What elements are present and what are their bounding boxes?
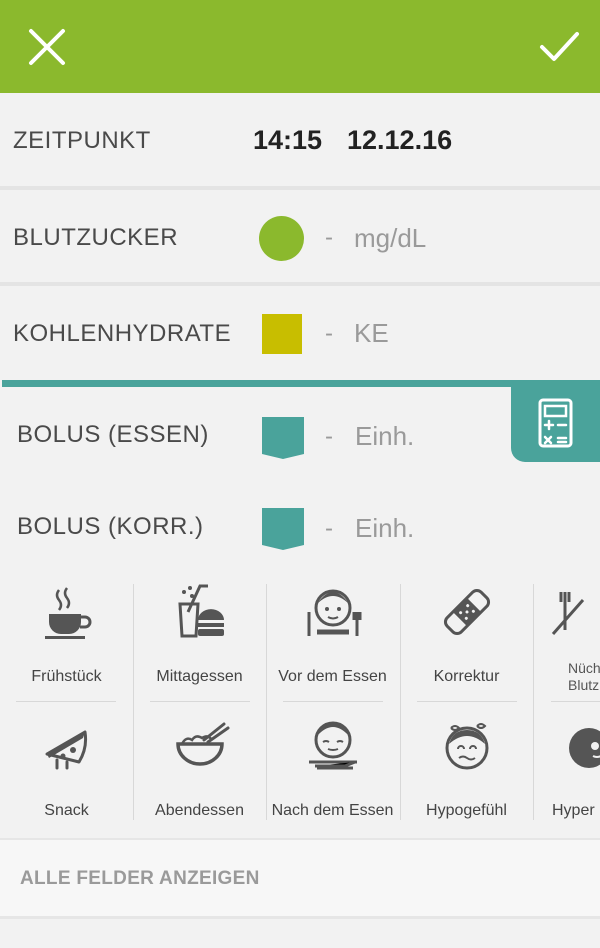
- tag-dinner[interactable]: Abendessen: [133, 702, 266, 836]
- hyper-face-icon: [569, 728, 600, 768]
- tag-after-meal[interactable]: Nach dem Essen: [266, 702, 399, 836]
- face-with-cutlery-icon: [307, 589, 361, 636]
- tag-label: Korrektur: [433, 668, 500, 685]
- tag-label: Nüch Blutz: [568, 660, 600, 693]
- calculator-icon: [538, 398, 573, 448]
- tag-breakfast[interactable]: Frühstück: [0, 568, 133, 702]
- bolus-food-marker: [262, 417, 304, 459]
- blood-glucose-marker: [259, 216, 304, 261]
- carbs-value[interactable]: -: [325, 320, 333, 348]
- confirm-button[interactable]: [534, 22, 584, 72]
- bolus-food-label: BOLUS (ESSEN): [17, 421, 209, 448]
- time-row: ZEITPUNKT 14:15 12.12.16: [0, 93, 600, 186]
- bolus-correction-marker: [262, 508, 304, 550]
- tag-label: Frühstück: [31, 668, 102, 685]
- carbs-unit: KE: [354, 318, 389, 348]
- time-value[interactable]: 14:15: [253, 125, 322, 156]
- burger-drink-icon: [177, 584, 224, 638]
- close-button[interactable]: [22, 22, 72, 72]
- carbs-label: KOHLENHYDRATE: [13, 320, 232, 347]
- carbs-row[interactable]: KOHLENHYDRATE - KE: [0, 286, 600, 376]
- tag-label: Vor dem Essen: [278, 668, 387, 685]
- tag-label: Hyper: [552, 802, 595, 819]
- bolus-correction-unit: Einh.: [355, 513, 415, 543]
- blood-glucose-label: BLUTZUCKER: [13, 224, 179, 251]
- blood-glucose-value[interactable]: -: [325, 224, 333, 252]
- carbs-marker: [262, 314, 302, 354]
- tag-label: Abendessen: [155, 802, 244, 819]
- coffee-cup-icon: [44, 587, 91, 639]
- blood-glucose-row[interactable]: BLUTZUCKER - mg/dL: [0, 190, 600, 282]
- tag-label: Hypogefühl: [426, 802, 507, 819]
- bandage-icon: [443, 588, 490, 636]
- bolus-food-unit: Einh.: [355, 421, 415, 451]
- bowl-chopsticks-icon: [175, 722, 229, 766]
- tag-lunch[interactable]: Mittagessen: [133, 568, 266, 702]
- tag-grid: Frühstück Mittagessen Vor dem Essen Korr…: [0, 568, 600, 836]
- bolus-section: BOLUS (ESSEN) - Einh. BOLUS (KORR.) - Ei…: [2, 380, 600, 565]
- close-icon: [29, 29, 65, 65]
- bolus-food-value[interactable]: -: [325, 423, 333, 451]
- bolus-correction-value[interactable]: -: [325, 515, 333, 543]
- check-icon: [540, 32, 579, 61]
- dizzy-face-icon: [445, 723, 488, 770]
- bottom-area: [0, 916, 600, 948]
- pizza-slice-icon: [45, 730, 87, 770]
- tag-label: Mittagessen: [156, 668, 243, 685]
- tag-correction[interactable]: Korrektur: [400, 568, 533, 702]
- show-all-fields-button[interactable]: ALLE FELDER ANZEIGEN: [0, 838, 600, 916]
- time-label: ZEITPUNKT: [13, 127, 151, 154]
- show-all-fields-label: ALLE FELDER ANZEIGEN: [20, 868, 260, 889]
- tag-before-meal[interactable]: Vor dem Essen: [266, 568, 399, 702]
- tag-label: Nach dem Essen: [271, 802, 394, 819]
- tag-snack[interactable]: Snack: [0, 702, 133, 836]
- top-bar: [0, 0, 600, 93]
- tag-fasting[interactable]: Nüch Blutz: [533, 568, 600, 702]
- tag-hypo-feeling[interactable]: Hypogefühl: [400, 702, 533, 836]
- bolus-correction-label: BOLUS (KORR.): [17, 513, 204, 540]
- tag-hyper-feeling[interactable]: Hyper: [533, 702, 600, 836]
- bolus-calculator-button[interactable]: [511, 387, 600, 462]
- face-full-plate-icon: [308, 721, 357, 770]
- blood-glucose-unit: mg/dL: [354, 223, 427, 253]
- no-cutlery-icon: [551, 592, 585, 635]
- tag-label: Snack: [44, 802, 89, 819]
- date-value[interactable]: 12.12.16: [347, 125, 452, 156]
